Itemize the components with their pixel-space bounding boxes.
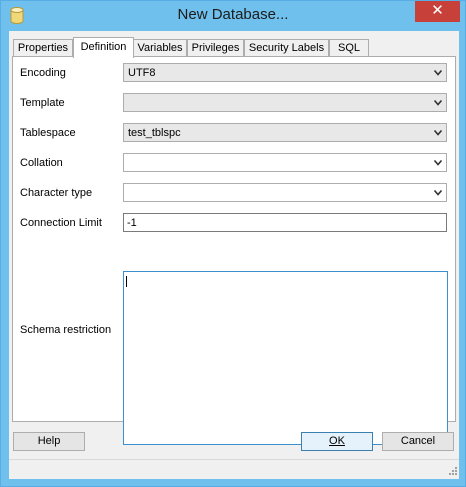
- tab-security-labels[interactable]: Security Labels: [244, 39, 329, 56]
- ok-button-label: OK: [329, 435, 345, 447]
- connection-limit-value: -1: [127, 217, 137, 229]
- tab-privileges[interactable]: Privileges: [187, 39, 244, 56]
- character-type-combobox[interactable]: [123, 183, 447, 202]
- text-caret: [126, 276, 127, 287]
- dialog-body: Properties Definition Variables Privileg…: [9, 31, 459, 479]
- ok-button[interactable]: OK: [301, 432, 373, 451]
- title-bar[interactable]: New Database... ✕: [1, 1, 465, 31]
- schema-restriction-label: Schema restriction: [20, 324, 112, 336]
- close-button[interactable]: ✕: [415, 1, 460, 22]
- resize-grip-icon[interactable]: [447, 467, 457, 477]
- tab-sql[interactable]: SQL: [329, 39, 369, 56]
- status-bar: [9, 459, 459, 479]
- connection-limit-label: Connection Limit: [20, 217, 102, 229]
- dialog-window: New Database... ✕ Properties Definition …: [0, 0, 466, 487]
- encoding-value: UTF8: [128, 67, 156, 79]
- collation-label: Collation: [20, 157, 63, 169]
- chevron-down-icon: [434, 130, 442, 136]
- collation-combobox[interactable]: [123, 153, 447, 172]
- chevron-down-icon: [434, 100, 442, 106]
- connection-limit-input[interactable]: -1: [123, 213, 447, 232]
- encoding-select[interactable]: UTF8: [123, 63, 447, 82]
- tab-properties[interactable]: Properties: [13, 39, 73, 56]
- tab-variables[interactable]: Variables: [133, 39, 187, 56]
- cancel-button-label: Cancel: [400, 435, 436, 447]
- chevron-down-icon: [434, 160, 442, 166]
- close-icon: ✕: [431, 2, 444, 19]
- chevron-down-icon: [434, 70, 442, 76]
- cancel-button[interactable]: Cancel: [382, 432, 454, 451]
- template-select[interactable]: [123, 93, 447, 112]
- tablespace-label: Tablespace: [20, 127, 76, 139]
- window-title: New Database...: [177, 6, 289, 23]
- encoding-label: Encoding: [20, 67, 66, 79]
- tablespace-select[interactable]: test_tblspc: [123, 123, 447, 142]
- tablespace-value: test_tblspc: [128, 127, 181, 139]
- template-label: Template: [20, 97, 65, 109]
- definition-panel: Encoding UTF8 Template Tablespace test_t…: [12, 56, 456, 445]
- character-type-label: Character type: [20, 187, 93, 199]
- help-button[interactable]: Help: [13, 432, 85, 451]
- schema-restriction-textarea[interactable]: [123, 271, 448, 445]
- chevron-down-icon: [434, 190, 442, 196]
- tab-definition[interactable]: Definition: [73, 37, 134, 58]
